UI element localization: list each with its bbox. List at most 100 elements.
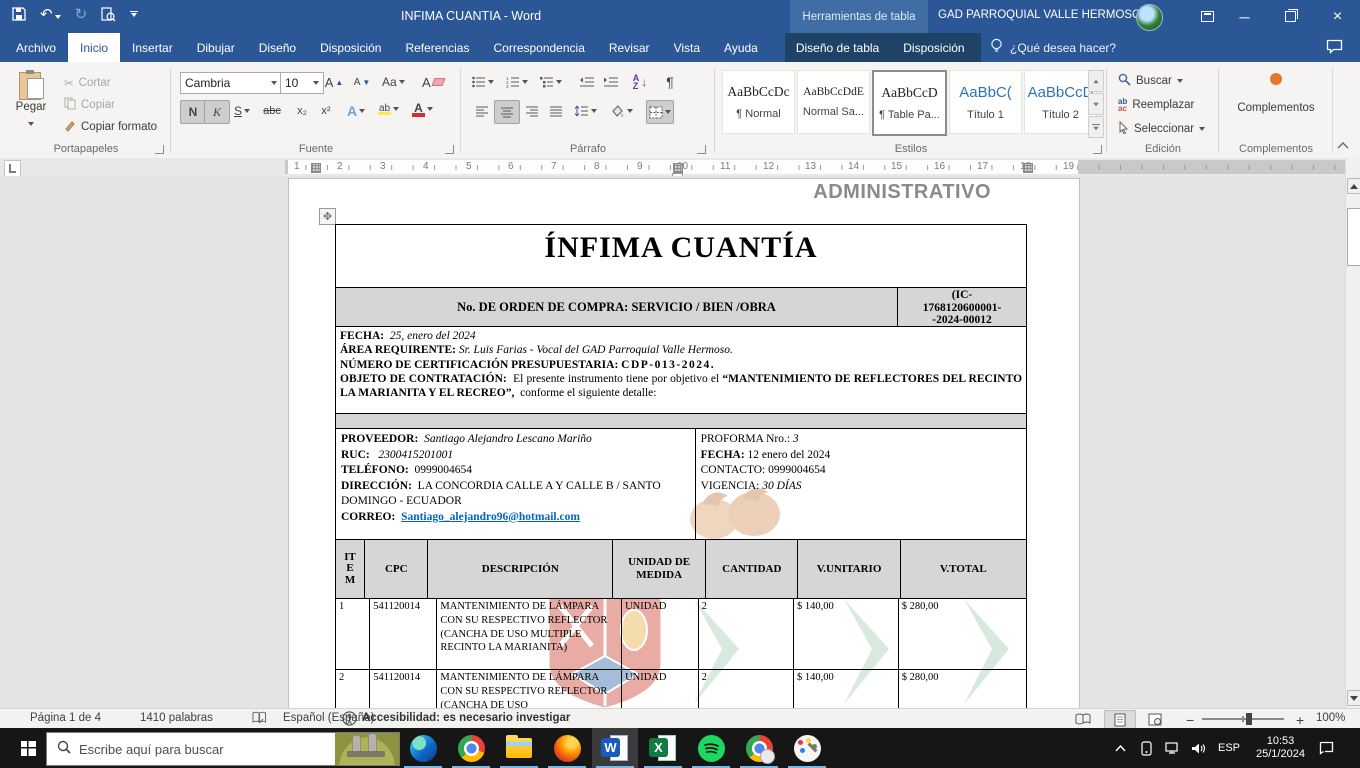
search-highlight-image[interactable]: [335, 733, 399, 765]
taskbar-paint[interactable]: [784, 728, 830, 768]
table-column-marker[interactable]: [311, 163, 321, 173]
language-indicator[interactable]: Español (España): [283, 712, 374, 724]
account-name[interactable]: GAD PARROQUIAL VALLE HERMOSO: [938, 9, 1141, 21]
zoom-slider-thumb[interactable]: [1246, 713, 1252, 725]
redo-icon[interactable]: ↻: [75, 5, 88, 23]
scroll-down-arrow[interactable]: [1347, 690, 1360, 706]
horizontal-ruler[interactable]: 12 34 56 78 910 1112 1314 1516 1718 19: [285, 160, 1345, 174]
close-button[interactable]: ×: [1315, 0, 1360, 33]
bullets-button[interactable]: [470, 71, 496, 93]
document-table[interactable]: ÍNFIMA CUANTÍA No. DE ORDEN DE COMPRA: S…: [335, 224, 1027, 708]
borders-button[interactable]: [646, 100, 674, 124]
shading-button[interactable]: [608, 100, 635, 122]
tab-diseno-de-tabla[interactable]: Diseño de tabla: [784, 33, 891, 62]
cut-button[interactable]: ✂Cortar: [64, 72, 157, 94]
tray-language[interactable]: ESP: [1218, 742, 1240, 754]
justify-button[interactable]: [544, 100, 568, 122]
web-layout-button[interactable]: [1140, 710, 1170, 728]
zoom-in-button[interactable]: +: [1296, 712, 1304, 728]
show-marks-button[interactable]: ¶: [658, 71, 682, 93]
tab-ayuda[interactable]: Ayuda: [712, 33, 770, 62]
copy-button[interactable]: Copiar: [64, 94, 157, 116]
minimize-button[interactable]: ─: [1222, 0, 1267, 33]
proofing-icon[interactable]: [252, 711, 267, 728]
select-button[interactable]: Seleccionar: [1118, 118, 1205, 140]
comment-icon[interactable]: [1326, 39, 1343, 59]
multilevel-list-button[interactable]: [538, 71, 564, 93]
font-dialog-launcher[interactable]: [445, 145, 454, 154]
tab-stop-selector[interactable]: [4, 160, 21, 177]
action-center-icon[interactable]: [1315, 741, 1339, 755]
font-name-combo[interactable]: Cambria: [180, 72, 282, 94]
tab-inicio[interactable]: Inicio: [68, 33, 120, 62]
style-titulo-1[interactable]: AaBbC(Título 1: [949, 70, 1022, 134]
print-layout-button[interactable]: [1104, 710, 1136, 730]
email-link[interactable]: Santiago_alejandro96@hotmail.com: [401, 511, 580, 523]
bold-button[interactable]: N: [180, 100, 206, 124]
align-center-button[interactable]: [494, 100, 520, 124]
font-color-button[interactable]: A: [410, 98, 435, 120]
tab-referencias[interactable]: Referencias: [393, 33, 481, 62]
tab-insertar[interactable]: Insertar: [120, 33, 185, 62]
format-painter-button[interactable]: Copiar formato: [64, 116, 157, 138]
text-effects-button[interactable]: A: [344, 100, 368, 122]
tray-phone-icon[interactable]: [1134, 741, 1158, 756]
taskbar-file-explorer[interactable]: [496, 728, 542, 768]
numbering-button[interactable]: 123: [504, 71, 530, 93]
superscript-button[interactable]: x²: [314, 100, 338, 122]
tray-clock[interactable]: 10:5325/1/2024: [1256, 735, 1305, 761]
zoom-out-button[interactable]: −: [1186, 712, 1194, 728]
style-table-paragraph[interactable]: AaBbCcD¶ Table Pa...: [872, 70, 947, 136]
word-count[interactable]: 1410 palabras: [140, 712, 213, 724]
taskbar-word[interactable]: W: [592, 728, 638, 768]
taskbar-chrome[interactable]: [448, 728, 494, 768]
table-column-marker[interactable]: [1023, 163, 1033, 173]
tab-diseno[interactable]: Diseño: [247, 33, 308, 62]
tab-vista[interactable]: Vista: [662, 33, 712, 62]
styles-dialog-launcher[interactable]: [1093, 145, 1102, 154]
accessibility-status[interactable]: Accesibilidad: es necesario investigar: [362, 712, 570, 724]
taskbar-edge[interactable]: [400, 728, 446, 768]
collapse-ribbon-icon[interactable]: [1337, 136, 1349, 154]
maximize-button[interactable]: [1268, 0, 1313, 33]
line-spacing-button[interactable]: [572, 100, 599, 122]
strikethrough-button[interactable]: abc: [260, 100, 284, 122]
customize-qat-icon[interactable]: [130, 11, 138, 18]
clipboard-dialog-launcher[interactable]: [155, 145, 164, 154]
taskbar-firefox[interactable]: [544, 728, 590, 768]
grow-font-button[interactable]: A▲: [322, 71, 346, 93]
undo-button[interactable]: ↶: [40, 5, 61, 23]
scroll-up-arrow[interactable]: [1347, 178, 1360, 194]
paste-button[interactable]: ​Pegar: [10, 70, 52, 131]
account-avatar[interactable]: [1136, 4, 1163, 31]
table-column-marker[interactable]: [673, 163, 683, 173]
tab-revisar[interactable]: Revisar: [597, 33, 662, 62]
paragraph-dialog-launcher[interactable]: [697, 145, 706, 154]
save-icon[interactable]: [12, 7, 26, 21]
align-left-button[interactable]: [470, 100, 494, 122]
vertical-scrollbar[interactable]: [1345, 158, 1360, 708]
tab-disposicion[interactable]: Disposición: [308, 33, 393, 62]
scrollbar-thumb[interactable]: [1347, 208, 1360, 266]
shrink-font-button[interactable]: A▼: [350, 71, 374, 93]
tray-network-icon[interactable]: [1160, 742, 1184, 755]
styles-scroll-up[interactable]: [1088, 70, 1104, 92]
style-normal-sa[interactable]: AaBbCcDdENormal Sa...: [797, 70, 870, 134]
tray-chevron-icon[interactable]: [1108, 745, 1132, 752]
styles-scroll-down[interactable]: [1088, 93, 1104, 115]
font-size-combo[interactable]: 10: [280, 72, 324, 94]
tell-me-box[interactable]: ¿Qué desea hacer?: [990, 33, 1116, 62]
highlight-button[interactable]: ab: [376, 98, 401, 120]
taskbar-search[interactable]: [46, 732, 400, 766]
taskbar-spotify[interactable]: [688, 728, 734, 768]
tray-volume-icon[interactable]: [1186, 742, 1210, 755]
style-titulo-2[interactable]: AaBbCcDTítulo 2: [1024, 70, 1097, 134]
tab-disposicion-tabla[interactable]: Disposición: [891, 33, 976, 62]
subscript-button[interactable]: x₂: [290, 100, 314, 122]
find-button[interactable]: Buscar: [1118, 70, 1183, 92]
change-case-button[interactable]: Aa: [380, 71, 407, 93]
start-button[interactable]: [10, 728, 46, 768]
accessibility-icon[interactable]: [342, 711, 357, 729]
taskbar-excel[interactable]: X: [640, 728, 686, 768]
page-indicator[interactable]: Página 1 de 4: [30, 712, 101, 724]
